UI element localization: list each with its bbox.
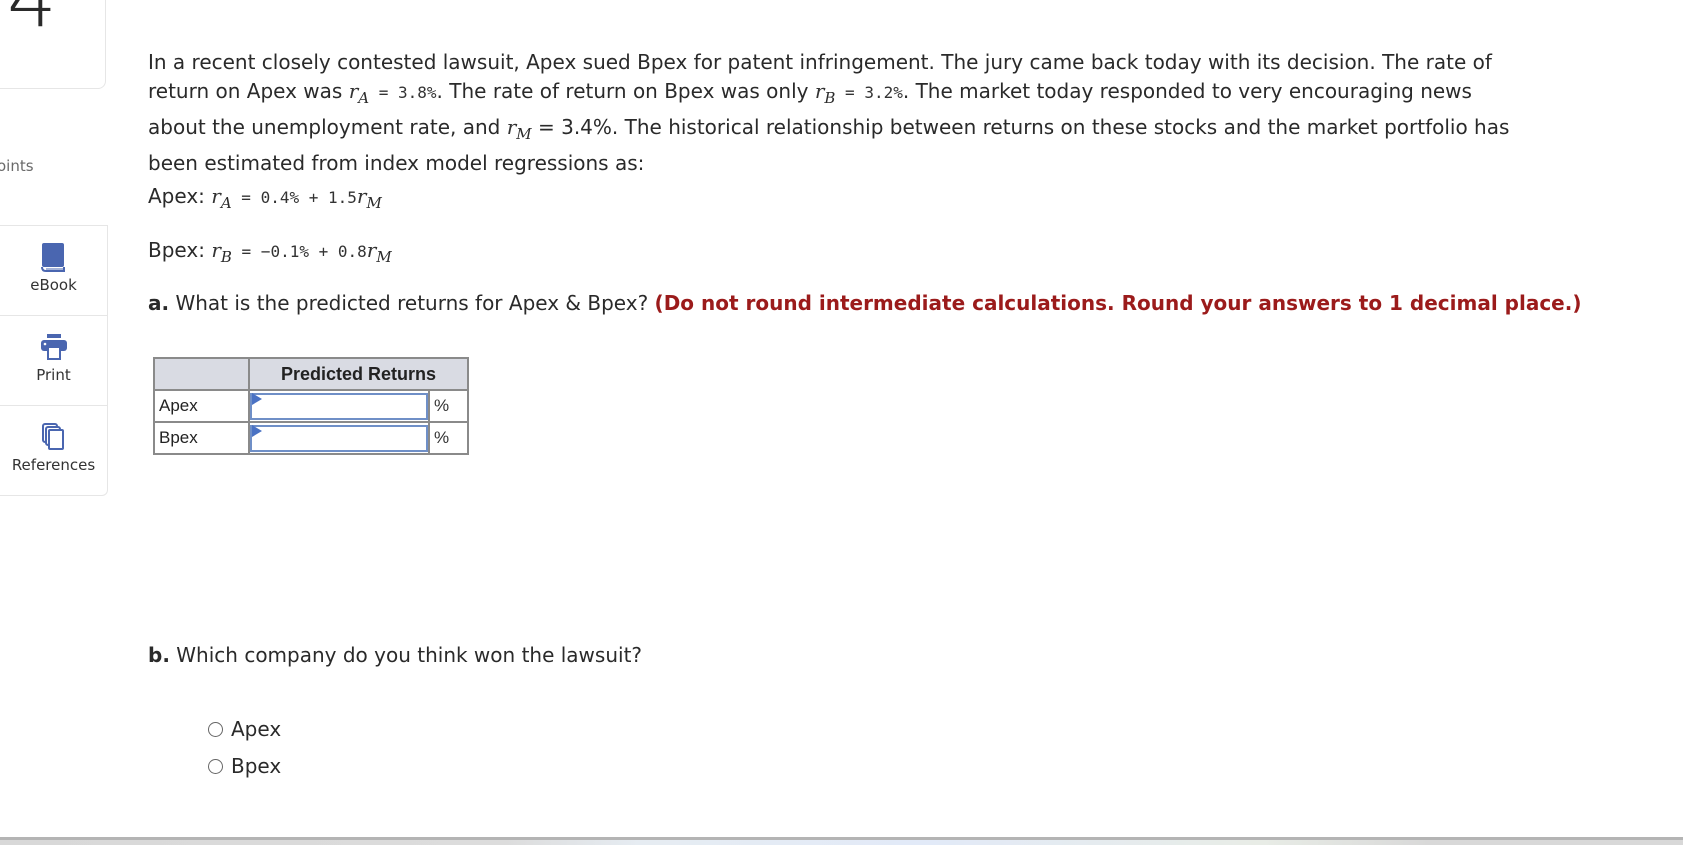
table-row: Apex % xyxy=(153,389,469,423)
ra-variable: r xyxy=(348,79,359,103)
bpex-equation: Bpex: rB = −0.1% + 0.8rM xyxy=(148,238,392,266)
radio-option-apex[interactable]: Apex xyxy=(208,717,281,741)
radio-label-bpex: Bpex xyxy=(231,754,282,778)
references-label: References xyxy=(11,456,96,474)
part-b-text: Which company do you think won the lawsu… xyxy=(169,643,643,667)
ra-value: = 3.8% xyxy=(369,83,437,102)
book-icon xyxy=(40,243,65,272)
ebook-button[interactable]: eBook xyxy=(0,226,107,316)
print-label: Print xyxy=(36,366,71,384)
apex-eq-rhs: = 0.4% + 1.5 xyxy=(231,188,357,207)
printer-icon xyxy=(40,334,67,360)
part-a-text: What is the predicted returns for Apex &… xyxy=(169,291,655,315)
apex-eq-label: Apex: xyxy=(148,184,212,208)
apex-predicted-return-input[interactable] xyxy=(250,392,428,420)
bpex-eq-sub: B xyxy=(220,248,232,266)
part-b-question: b. Which company do you think won the la… xyxy=(148,643,642,667)
print-button[interactable]: Print xyxy=(0,316,107,406)
header-predicted-returns: Predicted Returns xyxy=(248,357,469,391)
intro-text-2: . The rate of return on Bpex was only xyxy=(436,79,815,103)
rb-variable: r xyxy=(814,79,825,103)
rm-value: = 3.4% xyxy=(531,115,612,139)
question-number-card: 4 xyxy=(0,0,106,89)
references-button[interactable]: References xyxy=(0,406,107,495)
points-label: oints xyxy=(0,157,34,175)
tools-panel: eBook Print References xyxy=(0,225,108,496)
part-a-instruction: (Do not round intermediate calculations.… xyxy=(654,291,1582,315)
bpex-eq-market-sub: M xyxy=(376,248,392,266)
rb-subscript: B xyxy=(824,89,836,107)
question-number: 4 xyxy=(7,0,57,45)
bpex-eq-var: r xyxy=(211,238,221,262)
row-label-bpex: Bpex xyxy=(153,421,250,455)
part-a-lead: a. xyxy=(148,291,170,315)
question-content: In a recent closely contested lawsuit, A… xyxy=(148,48,1581,667)
table-row: Bpex % xyxy=(153,421,469,455)
radio-circle-icon[interactable] xyxy=(208,721,223,737)
table-header-row: Predicted Returns xyxy=(153,357,469,391)
bottom-toolbar xyxy=(0,840,1683,845)
apex-eq-sub: A xyxy=(220,194,232,212)
part-a-question: a. What is the predicted returns for Ape… xyxy=(148,291,1581,315)
ebook-label: eBook xyxy=(30,276,77,294)
rm-variable: r xyxy=(506,115,517,139)
bpex-predicted-return-input[interactable] xyxy=(250,424,428,452)
ra-subscript: A xyxy=(358,89,370,107)
apex-input-cell xyxy=(248,389,430,423)
predicted-returns-table: Predicted Returns Apex % Bpex % xyxy=(153,357,469,455)
apex-equation: Apex: rA = 0.4% + 1.5rM xyxy=(148,184,382,212)
row-label-apex: Apex xyxy=(153,389,250,423)
apex-eq-var: r xyxy=(211,184,221,208)
apex-unit: % xyxy=(428,389,469,423)
radio-circle-icon[interactable] xyxy=(208,758,223,774)
bpex-eq-rhs: = −0.1% + 0.8 xyxy=(231,242,367,261)
copy-documents-icon xyxy=(41,423,64,450)
bpex-input-cell xyxy=(248,421,430,455)
bpex-eq-label: Bpex: xyxy=(148,238,212,262)
rb-value: = 3.2% xyxy=(835,83,903,102)
part-b-lead: b. xyxy=(148,643,170,667)
radio-label-apex: Apex xyxy=(231,717,282,741)
apex-eq-market-sub: M xyxy=(366,194,382,212)
bpex-unit: % xyxy=(428,421,469,455)
problem-statement: In a recent closely contested lawsuit, A… xyxy=(148,48,1518,178)
radio-option-bpex[interactable]: Bpex xyxy=(208,754,281,778)
header-blank-cell xyxy=(153,357,250,391)
bpex-eq-market-var: r xyxy=(366,238,377,262)
rm-subscript: M xyxy=(516,125,532,143)
